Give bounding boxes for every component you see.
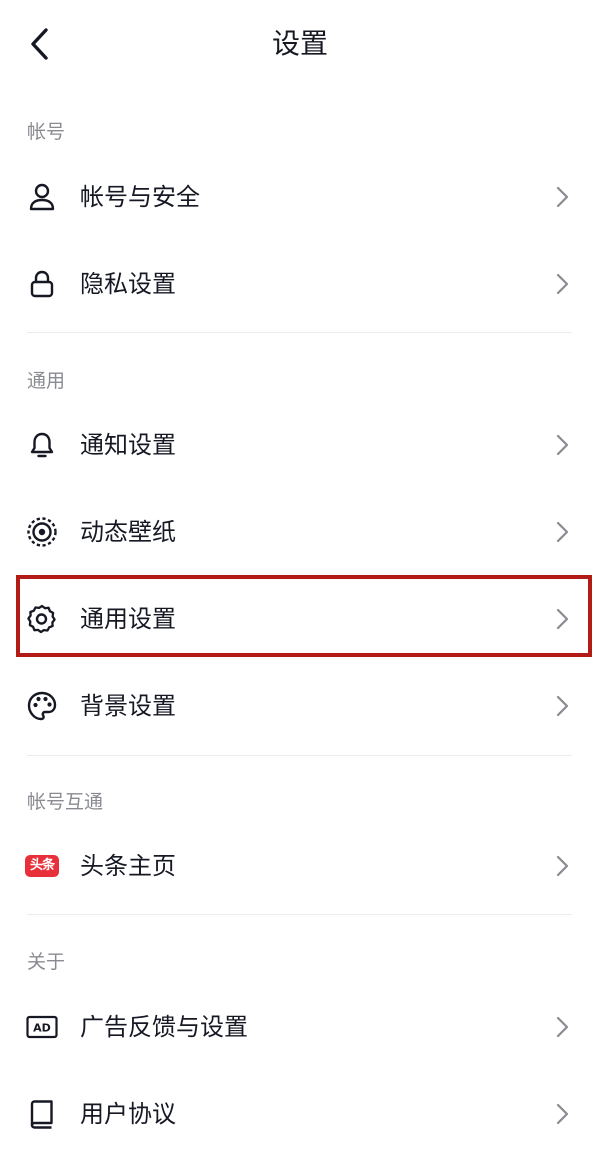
settings-item-live-wallpaper[interactable]: 动态壁纸 bbox=[0, 488, 600, 575]
section-divider bbox=[27, 332, 572, 333]
settings-item-label: 通知设置 bbox=[80, 430, 176, 459]
chevron-right-icon bbox=[556, 1016, 569, 1037]
settings-item-general-settings[interactable]: 通用设置 bbox=[0, 575, 600, 662]
ad-icon: AD bbox=[24, 1009, 60, 1045]
settings-item-label: 用户协议 bbox=[80, 1099, 176, 1128]
settings-item-toutiao-home[interactable]: 头条 头条主页 bbox=[0, 822, 600, 909]
user-icon bbox=[24, 179, 60, 215]
settings-item-label: 通用设置 bbox=[80, 604, 176, 633]
settings-item-notifications[interactable]: 通知设置 bbox=[0, 401, 600, 488]
chevron-right-icon bbox=[556, 1103, 569, 1124]
section-label-account-link: 帐号互通 bbox=[27, 791, 104, 813]
settings-item-label: 广告反馈与设置 bbox=[80, 1012, 248, 1041]
lock-icon bbox=[24, 266, 60, 302]
section-label-about: 关于 bbox=[27, 951, 66, 973]
settings-item-background[interactable]: 背景设置 bbox=[0, 662, 600, 749]
settings-item-user-agreement[interactable]: 用户协议 bbox=[0, 1070, 600, 1157]
chevron-right-icon bbox=[556, 608, 569, 629]
settings-item-privacy[interactable]: 隐私设置 bbox=[0, 240, 600, 327]
section-label-account: 帐号 bbox=[27, 121, 66, 143]
toutiao-logo-icon: 头条 bbox=[24, 848, 60, 884]
section-divider bbox=[27, 914, 572, 915]
bell-icon bbox=[24, 427, 60, 463]
chevron-right-icon bbox=[556, 273, 569, 294]
chevron-right-icon bbox=[556, 186, 569, 207]
settings-item-account-security[interactable]: 帐号与安全 bbox=[0, 153, 600, 240]
settings-item-label: 隐私设置 bbox=[80, 269, 176, 298]
settings-item-ad-feedback[interactable]: AD 广告反馈与设置 bbox=[0, 983, 600, 1070]
settings-item-label: 背景设置 bbox=[80, 691, 176, 720]
chevron-right-icon bbox=[556, 521, 569, 542]
book-icon bbox=[24, 1096, 60, 1132]
ad-icon-text: AD bbox=[33, 1021, 51, 1034]
live-wallpaper-icon bbox=[24, 514, 60, 550]
chevron-right-icon bbox=[556, 434, 569, 455]
section-divider bbox=[27, 755, 572, 756]
toutiao-badge-text: 头条 bbox=[25, 854, 59, 877]
settings-item-label: 动态壁纸 bbox=[80, 517, 176, 546]
settings-item-label: 帐号与安全 bbox=[80, 182, 200, 211]
settings-item-label: 头条主页 bbox=[80, 851, 176, 880]
header-bar: 设置 bbox=[0, 0, 600, 90]
gear-icon bbox=[24, 601, 60, 637]
section-label-general: 通用 bbox=[27, 370, 66, 392]
chevron-right-icon bbox=[556, 695, 569, 716]
page-title: 设置 bbox=[271, 27, 328, 60]
chevron-right-icon bbox=[556, 855, 569, 876]
palette-icon bbox=[24, 688, 60, 724]
